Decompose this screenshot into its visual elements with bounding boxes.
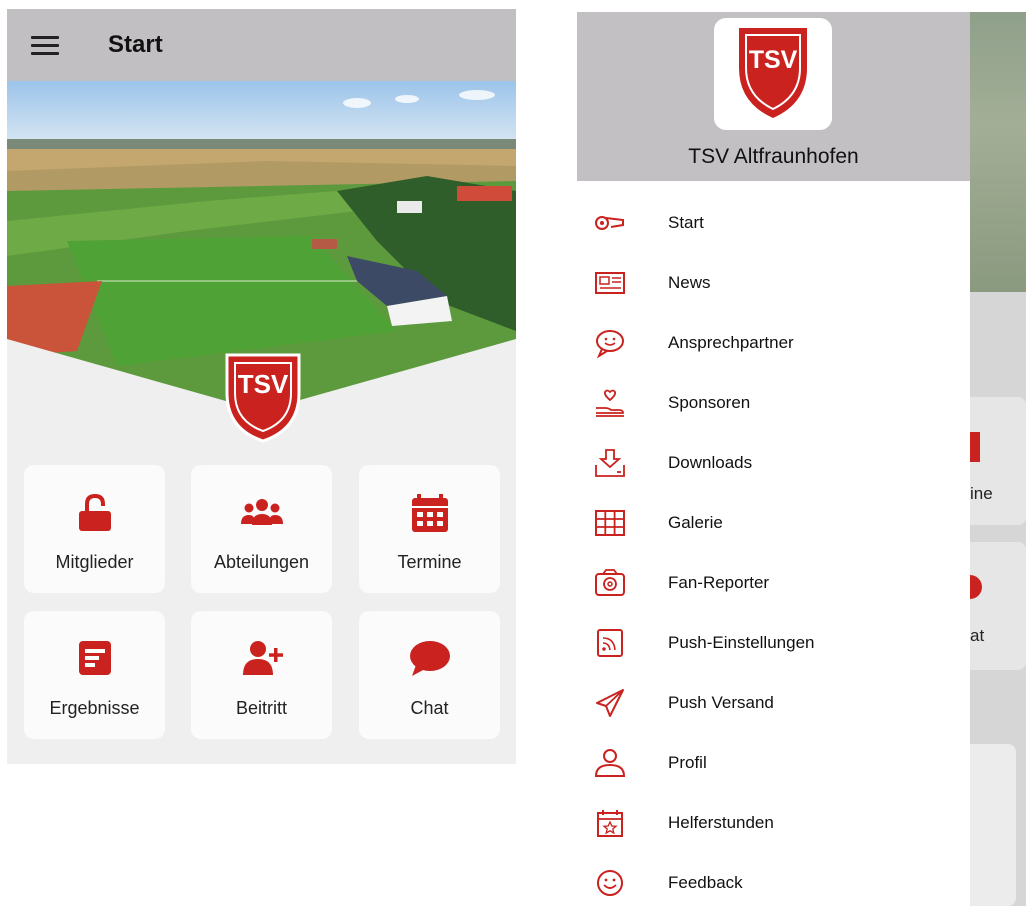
tile-label: Ergebnisse — [49, 698, 140, 718]
menu-item-label: Downloads — [668, 453, 753, 472]
menu-item-label: Sponsoren — [668, 393, 751, 412]
menu-item-label: Start — [668, 213, 704, 232]
send-icon — [596, 689, 624, 717]
whistle-icon — [595, 216, 624, 230]
menu-item-news[interactable]: News — [577, 253, 970, 313]
calendar-star-icon — [597, 810, 623, 837]
tile-label: Mitglieder — [55, 552, 134, 572]
menu-item-label: News — [668, 273, 711, 292]
page-title: Start — [108, 31, 163, 58]
menu-item-feedback[interactable]: Feedback — [577, 853, 970, 906]
tile-label: Beitritt — [235, 698, 287, 718]
app-bar: Start — [7, 9, 516, 81]
tile-chat[interactable]: Chat — [359, 611, 500, 739]
tile-beitritt[interactable]: Beitritt — [191, 611, 332, 739]
menu-item-label: Push Versand — [668, 693, 774, 712]
menu-item-label: Feedback — [668, 873, 743, 892]
menu-item-helferstunden[interactable]: Helferstunden — [577, 793, 970, 853]
camera-icon — [595, 569, 625, 596]
results-icon — [78, 641, 111, 675]
background-photo — [970, 12, 1026, 292]
tile-termine[interactable]: Termine — [359, 465, 500, 593]
chat-smile-icon — [596, 330, 624, 358]
grid-icon — [595, 510, 625, 536]
calendar-icon — [411, 494, 448, 532]
menu-item-sponsoren[interactable]: Sponsoren — [577, 373, 970, 433]
menu-item-downloads[interactable]: Downloads — [577, 433, 970, 493]
menu-item-label: Push-Einstellungen — [668, 633, 815, 652]
logo-text: TSV — [749, 46, 798, 74]
navigation-drawer: TSV TSV Altfraunhofen Start News Ansprec… — [577, 12, 970, 906]
menu-item-ansprechpartner[interactable]: Ansprechpartner — [577, 313, 970, 373]
menu-item-push-versand[interactable]: Push Versand — [577, 673, 970, 733]
tile-label: Abteilungen — [213, 552, 310, 572]
chat-bubble-icon — [409, 641, 450, 676]
tile-abteilungen[interactable]: Abteilungen — [191, 465, 332, 593]
drawer-screen: ine at TSV TSV Altfraunhofen Start News — [577, 12, 1026, 906]
hamburger-menu-icon[interactable] — [31, 36, 59, 56]
menu-item-label: Profil — [668, 753, 707, 772]
users-icon — [240, 499, 283, 525]
user-plus-icon — [242, 641, 283, 675]
profile-icon — [594, 749, 626, 777]
menu-item-start[interactable]: Start — [577, 193, 970, 253]
menu-item-label: Fan-Reporter — [668, 573, 770, 592]
hand-heart-icon — [596, 389, 624, 417]
tile-ergebnisse[interactable]: Ergebnisse — [24, 611, 165, 739]
background-text: ine — [970, 484, 993, 503]
menu-item-push-einstellungen[interactable]: Push-Einstellungen — [577, 613, 970, 673]
home-screen: Start TSV Mitglieder Abteilungen Termine… — [7, 9, 516, 764]
tsv-logo: TSV — [225, 353, 301, 443]
tile-label: Termine — [397, 552, 462, 572]
tile-label: Chat — [410, 698, 449, 718]
tsv-logo: TSV — [739, 28, 807, 118]
newspaper-icon — [595, 272, 625, 294]
background-text: at — [970, 626, 985, 645]
smiley-icon — [597, 870, 623, 896]
club-logo: TSV — [714, 18, 832, 130]
menu-item-label: Helferstunden — [668, 813, 774, 832]
rss-icon — [597, 629, 623, 657]
menu-item-galerie[interactable]: Galerie — [577, 493, 970, 553]
menu-item-label: Ansprechpartner — [668, 333, 794, 352]
tile-mitglieder[interactable]: Mitglieder — [24, 465, 165, 593]
drawer-header: TSV TSV Altfraunhofen — [577, 12, 970, 181]
download-icon — [595, 449, 625, 477]
menu-item-profil[interactable]: Profil — [577, 733, 970, 793]
menu-item-label: Galerie — [668, 513, 723, 532]
logo-text: TSV — [238, 369, 289, 399]
lock-open-icon — [78, 493, 111, 531]
menu-item-fan-reporter[interactable]: Fan-Reporter — [577, 553, 970, 613]
club-name: TSV Altfraunhofen — [688, 145, 859, 168]
background-calendar-icon — [970, 432, 980, 462]
